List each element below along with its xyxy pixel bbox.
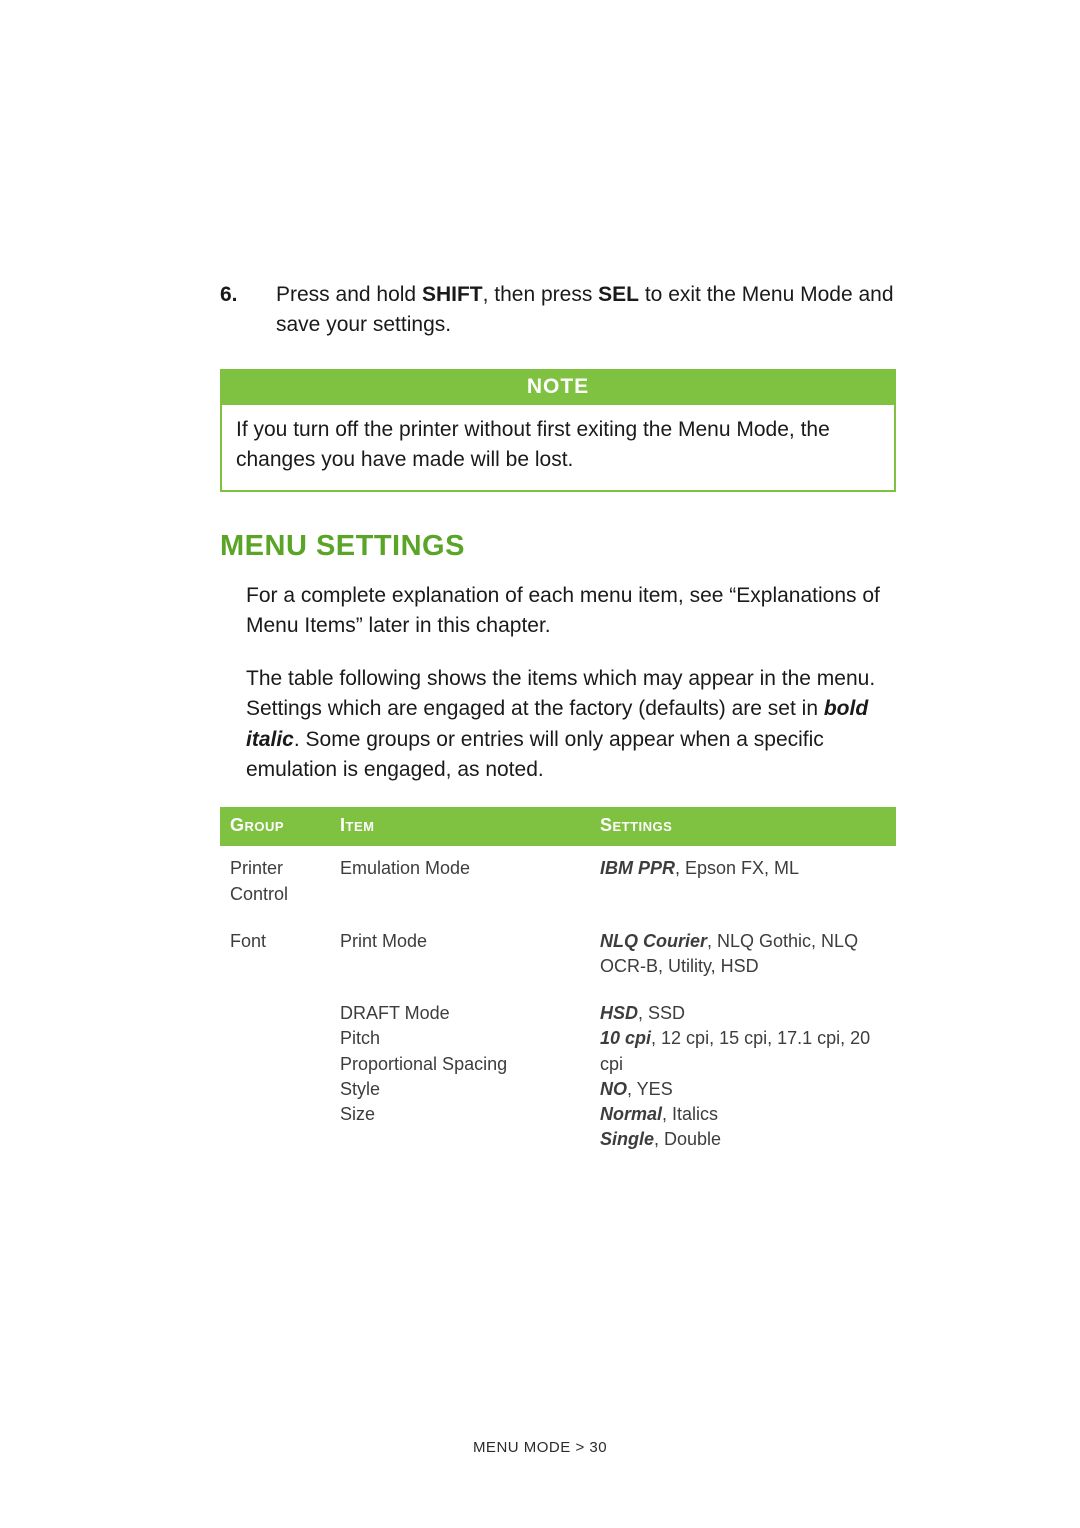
cell-item: Emulation Mode — [330, 846, 590, 918]
note-title: NOTE — [222, 371, 894, 405]
settings-line: HSD, SSD — [600, 1001, 886, 1026]
paragraph: For a complete explanation of each menu … — [220, 581, 896, 642]
table-row: Font Print Mode NLQ Courier, NLQ Gothic,… — [220, 919, 896, 991]
document-page: 6. Press and hold SHIFT, then press SEL … — [0, 0, 1080, 1528]
paragraph-text: The table following shows the items whic… — [246, 667, 875, 720]
step-text: , then press — [483, 283, 599, 306]
cell-item: Print Mode — [330, 919, 590, 991]
cell-group: Printer Control — [220, 846, 330, 918]
default-value: NO — [600, 1079, 627, 1099]
table-header-row: Group Item Settings — [220, 807, 896, 846]
default-value: NLQ Courier — [600, 931, 707, 951]
cell-group — [220, 991, 330, 1164]
note-body: If you turn off the printer without firs… — [222, 405, 894, 490]
numbered-step: 6. Press and hold SHIFT, then press SEL … — [220, 280, 896, 341]
settings-line: Single, Double — [600, 1127, 886, 1152]
step-number: 6. — [220, 280, 276, 341]
cell-settings: HSD, SSD 10 cpi, 12 cpi, 15 cpi, 17.1 cp… — [590, 991, 896, 1164]
cell-settings: IBM PPR, Epson FX, ML — [590, 846, 896, 918]
other-values: , SSD — [638, 1003, 685, 1023]
paragraph: The table following shows the items whic… — [220, 664, 896, 786]
other-values: , Epson FX, ML — [675, 858, 799, 878]
default-value: Normal — [600, 1104, 662, 1124]
col-header-item: Item — [330, 807, 590, 846]
other-values: , Double — [654, 1129, 721, 1149]
step-text: Press and hold — [276, 283, 422, 306]
item-line: Proportional Spacing — [340, 1052, 580, 1077]
table-row: Printer Control Emulation Mode IBM PPR, … — [220, 846, 896, 918]
default-value: HSD — [600, 1003, 638, 1023]
key-shift: SHIFT — [422, 283, 483, 306]
cell-settings: NLQ Courier, NLQ Gothic, NLQ OCR-B, Util… — [590, 919, 896, 991]
menu-settings-table: Group Item Settings Printer Control Emul… — [220, 807, 896, 1164]
page-footer: MENU MODE > 30 — [0, 1439, 1080, 1456]
settings-line: NO, YES — [600, 1077, 886, 1102]
step-body: Press and hold SHIFT, then press SEL to … — [276, 280, 896, 341]
default-value: Single — [600, 1129, 654, 1149]
cell-group: Font — [220, 919, 330, 991]
col-header-group: Group — [220, 807, 330, 846]
item-line: Size — [340, 1102, 580, 1127]
key-sel: SEL — [598, 283, 639, 306]
cell-item: DRAFT Mode Pitch Proportional Spacing St… — [330, 991, 590, 1164]
col-header-settings: Settings — [590, 807, 896, 846]
other-values: , YES — [627, 1079, 673, 1099]
other-values: , Italics — [662, 1104, 718, 1124]
default-value: 10 cpi — [600, 1028, 651, 1048]
settings-line: 10 cpi, 12 cpi, 15 cpi, 17.1 cpi, 20 cpi — [600, 1026, 886, 1076]
note-box: NOTE If you turn off the printer without… — [220, 369, 896, 492]
item-line: Pitch — [340, 1026, 580, 1051]
item-line: Style — [340, 1077, 580, 1102]
table-row: DRAFT Mode Pitch Proportional Spacing St… — [220, 991, 896, 1164]
item-line: DRAFT Mode — [340, 1001, 580, 1026]
default-value: IBM PPR — [600, 858, 675, 878]
paragraph-text: . Some groups or entries will only appea… — [246, 728, 824, 781]
settings-line: Normal, Italics — [600, 1102, 886, 1127]
section-heading: MENU SETTINGS — [220, 530, 896, 563]
